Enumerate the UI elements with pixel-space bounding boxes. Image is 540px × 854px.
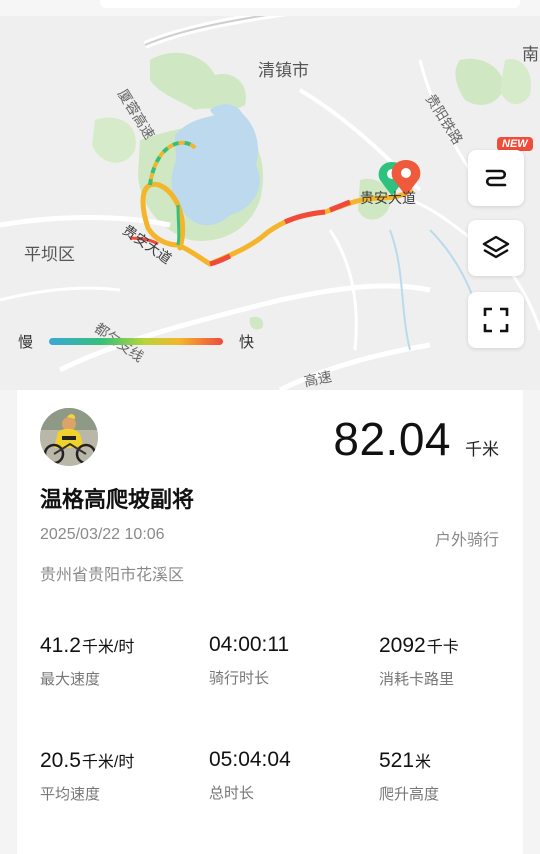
stat-avg-speed: 20.5 千米/时 平均速度	[40, 748, 134, 804]
stat-value: 521	[379, 749, 415, 772]
avatar[interactable]	[40, 408, 98, 466]
map-label-nan: 南	[522, 45, 539, 64]
stat-calories: 2092 千卡 消耗卡路里	[379, 633, 459, 689]
new-badge: NEW	[497, 137, 533, 151]
stat-value: 2092	[379, 634, 426, 657]
layers-icon	[482, 235, 510, 259]
avatar-image	[40, 408, 98, 466]
distance-unit: 千米	[465, 440, 499, 459]
route-button[interactable]	[468, 150, 524, 206]
stat-unit: 千卡	[426, 639, 459, 656]
route-icon	[485, 169, 507, 187]
map-label-qingzhen: 清镇市	[258, 61, 309, 80]
layers-button[interactable]	[468, 220, 524, 276]
stat-unit: 千米/时	[81, 639, 135, 656]
activity-card: 82.04 千米 温格高爬坡副将 2025/03/22 10:06 户外骑行 贵…	[17, 390, 523, 854]
stat-value: 04:00:11	[209, 633, 290, 656]
stat-value: 20.5	[40, 749, 81, 772]
map-label-pingba: 平坝区	[24, 245, 75, 264]
stat-value: 05:04:04	[209, 748, 291, 771]
fullscreen-icon	[483, 307, 509, 333]
stat-label: 爬升高度	[379, 786, 440, 803]
distance-value: 82.04	[333, 413, 451, 465]
distance: 82.04 千米	[333, 412, 499, 466]
speed-legend: 慢 快	[18, 331, 254, 351]
top-strip	[0, 0, 540, 16]
activity-location: 贵州省贵阳市花溪区	[40, 567, 185, 584]
stat-max-speed: 41.2 千米/时 最大速度	[40, 633, 134, 689]
stat-value: 41.2	[40, 634, 81, 657]
stat-label: 消耗卡路里	[379, 671, 455, 688]
activity-date: 2025/03/22 10:06	[40, 526, 165, 543]
legend-fast-label: 快	[239, 333, 255, 351]
stat-elevation: 521 米 爬升高度	[379, 748, 439, 804]
route-map[interactable]: 清镇市 平坝区 南 厦蓉高速 贵安大道 贵安大道 都匀支线 高速 贵阳铁路 NE…	[0, 0, 540, 390]
stat-unit: 千米/时	[81, 754, 135, 771]
stat-ride-time: 04:00:11 骑行时长	[209, 633, 290, 688]
activity-type: 户外骑行	[434, 532, 499, 549]
activity-title: 温格高爬坡副将	[40, 487, 195, 512]
fullscreen-button[interactable]	[468, 292, 524, 348]
stat-label: 总时长	[209, 785, 255, 802]
stat-total-time: 05:04:04 总时长	[209, 748, 292, 803]
map-label-guian-east: 贵安大道	[360, 190, 416, 206]
stat-label: 骑行时长	[209, 670, 270, 687]
legend-gradient-bar	[49, 337, 224, 345]
stat-label: 平均速度	[40, 786, 101, 803]
legend-slow-label: 慢	[18, 333, 34, 351]
stat-label: 最大速度	[40, 671, 101, 688]
stat-unit: 米	[415, 754, 432, 771]
